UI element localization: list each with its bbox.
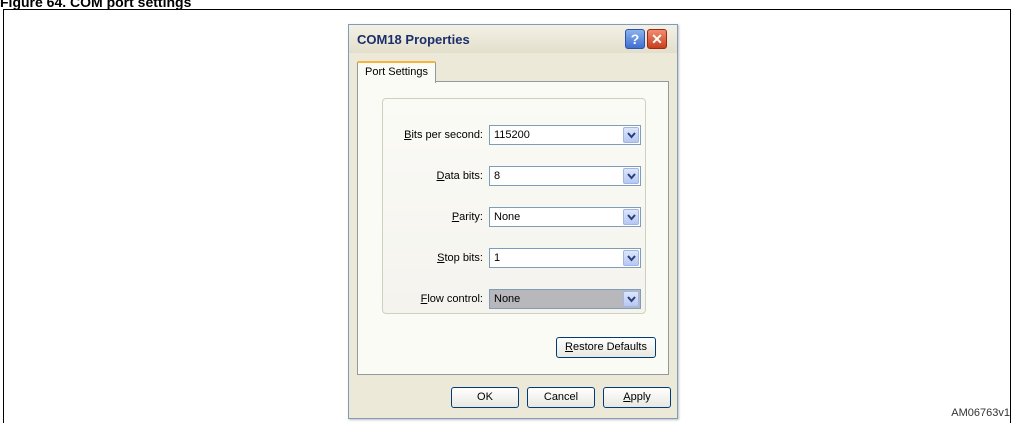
help-button[interactable]: ? (625, 29, 645, 49)
data-bits-value: 8 (494, 170, 501, 182)
title-bar[interactable]: COM18 Properties ? ✕ (349, 25, 677, 53)
flow-control-label: Flow control: (420, 293, 483, 305)
chevron-down-icon[interactable] (623, 250, 639, 266)
parity-value: None (494, 211, 521, 223)
com-properties-dialog: COM18 Properties ? ✕ Port Settings Bits … (348, 24, 678, 419)
parity-label: Parity: (451, 211, 483, 223)
ok-button[interactable]: OK (451, 387, 519, 408)
chevron-down-icon[interactable] (623, 209, 639, 225)
apply-button[interactable]: Apply (603, 387, 671, 408)
help-icon: ? (630, 31, 640, 47)
data-bits-row: Data bits: 8 (383, 166, 645, 188)
data-bits-select[interactable]: 8 (489, 166, 641, 186)
stop-bits-row: Stop bits: 1 (383, 248, 645, 270)
bits-per-second-label: Bits per second: (404, 129, 483, 141)
tab-port-settings[interactable]: Port Settings (357, 61, 436, 83)
flow-control-value: None (494, 293, 521, 305)
cancel-button[interactable]: Cancel (527, 387, 595, 408)
chevron-down-icon[interactable] (623, 291, 639, 307)
close-icon: ✕ (651, 31, 663, 47)
bits-per-second-select[interactable]: 115200 (489, 125, 641, 145)
dialog-title: COM18 Properties (357, 32, 470, 47)
figure-id: AM06763v1 (951, 407, 1010, 419)
bits-per-second-row: Bits per second: 115200 (383, 125, 645, 147)
flow-control-select[interactable]: None (489, 289, 641, 309)
port-settings-panel: Bits per second: 115200 Data bits: 8 Par… (357, 81, 669, 375)
stop-bits-value: 1 (494, 252, 501, 264)
chevron-down-icon[interactable] (623, 168, 639, 184)
parity-select[interactable]: None (489, 207, 641, 227)
parity-row: Parity: None (383, 207, 645, 229)
close-button[interactable]: ✕ (647, 29, 667, 49)
stop-bits-label: Stop bits: (437, 252, 483, 264)
settings-group: Bits per second: 115200 Data bits: 8 Par… (382, 98, 646, 314)
chevron-down-icon[interactable] (623, 127, 639, 143)
data-bits-label: Data bits: (436, 170, 483, 182)
restore-defaults-button[interactable]: Restore Defaults (556, 337, 656, 358)
stop-bits-select[interactable]: 1 (489, 248, 641, 268)
flow-control-row: Flow control: None (383, 289, 645, 311)
bits-per-second-value: 115200 (494, 129, 530, 141)
